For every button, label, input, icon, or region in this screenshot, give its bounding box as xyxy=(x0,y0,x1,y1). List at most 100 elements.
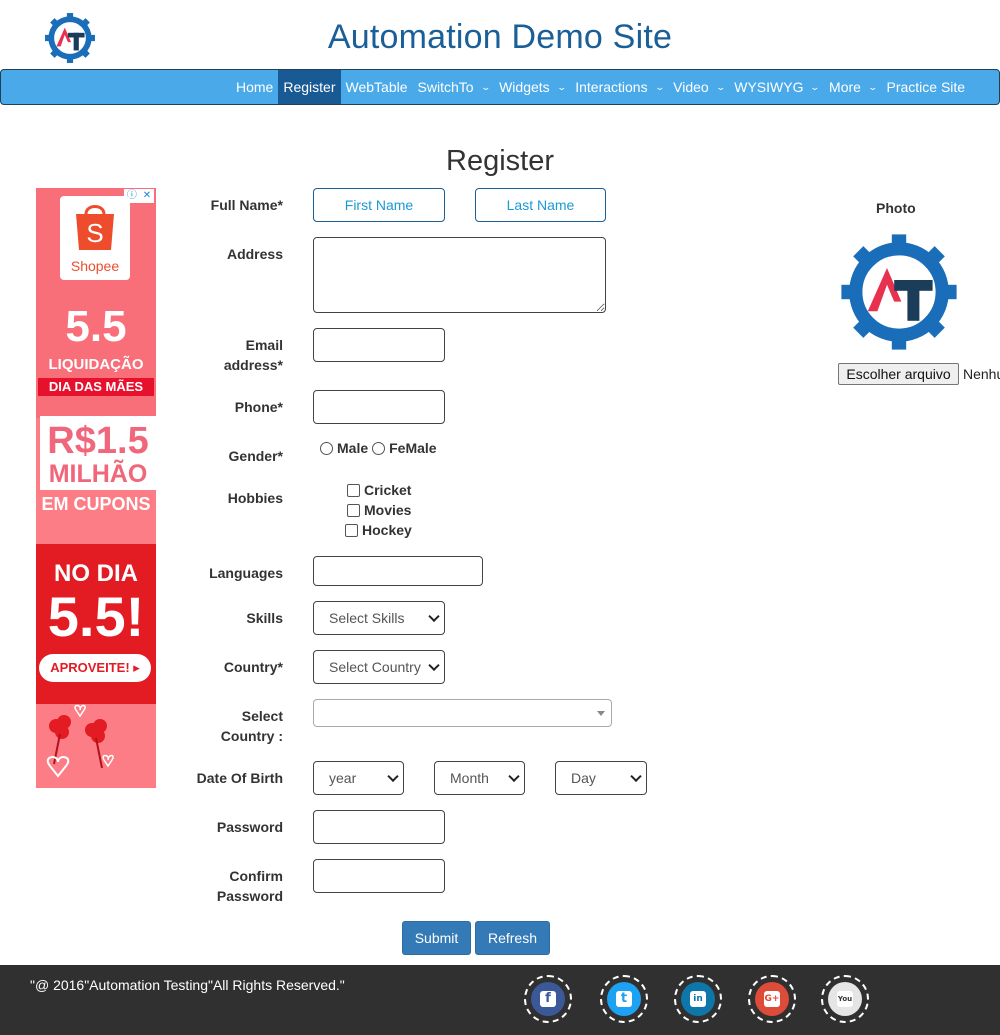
nav-item-wysiwyg[interactable]: WYSIWYG ⌄ xyxy=(729,70,824,104)
gender-female-radio[interactable] xyxy=(372,441,386,455)
hobby-movies[interactable]: Movies xyxy=(347,502,411,518)
nav-item-label: Register xyxy=(283,79,336,95)
chevron-down-icon xyxy=(428,610,440,623)
ad-ribbon: DIA DAS MÃES xyxy=(38,378,154,396)
nav-item-practice-site[interactable]: Practice Site xyxy=(881,70,970,104)
email-input[interactable] xyxy=(313,328,445,362)
full-name-label: Full Name* xyxy=(210,197,283,213)
ad-brand-logo: S Shopee xyxy=(60,196,130,280)
nav-item-more[interactable]: More ⌄ xyxy=(824,70,881,104)
nav-item-interactions[interactable]: Interactions ⌄ xyxy=(570,70,668,104)
languages-input[interactable] xyxy=(313,556,483,586)
confirm-password-label: Confirm Password xyxy=(190,866,283,906)
nav-item-switchto[interactable]: SwitchTo ⌄ xyxy=(413,70,495,104)
linkedin-icon[interactable]: in xyxy=(681,982,715,1016)
photo-preview-logo-icon xyxy=(841,234,957,350)
confirm-password-label-line1: Confirm xyxy=(229,868,283,884)
gender-male-radio[interactable] xyxy=(320,441,333,455)
file-status-text: Nenhum arquivo selecionado xyxy=(963,366,1000,382)
ad-coupon-amount: R$1.5 xyxy=(47,420,149,462)
choose-file-button[interactable]: Escolher arquivo xyxy=(838,363,959,385)
last-name-input[interactable] xyxy=(475,188,606,222)
twitter-link[interactable]: t xyxy=(600,975,648,1023)
gender-label: Gender* xyxy=(228,448,283,464)
email-label-line2: address* xyxy=(223,357,283,373)
hobby-hockey-label[interactable]: Hockey xyxy=(362,522,412,538)
hobby-hockey-checkbox[interactable] xyxy=(345,523,358,537)
ad-close-icon[interactable]: ✕ xyxy=(143,189,151,203)
refresh-button[interactable]: Refresh xyxy=(475,921,550,955)
twitter-icon[interactable]: t xyxy=(607,982,641,1016)
chevron-down-icon[interactable]: ⌄ xyxy=(654,82,665,93)
hobby-cricket-label[interactable]: Cricket xyxy=(364,482,411,498)
select-country-label-line1: Select xyxy=(241,708,283,724)
nav-item-label: WebTable xyxy=(345,79,408,95)
caret-down-icon xyxy=(597,711,605,716)
google-plus-icon[interactable]: G+ xyxy=(755,982,789,1016)
nav-item-label: Widgets xyxy=(499,79,550,95)
ad-brand-name: Shopee xyxy=(70,258,120,274)
nav-item-video[interactable]: Video ⌄ xyxy=(668,70,729,104)
address-textarea[interactable] xyxy=(313,237,606,313)
chevron-down-icon[interactable]: ⌄ xyxy=(810,82,821,93)
shopee-bag-letter: S xyxy=(86,218,103,248)
select-country-combobox[interactable] xyxy=(313,699,612,727)
chevron-down-icon[interactable]: ⌄ xyxy=(480,82,491,93)
nav-item-label: More xyxy=(829,79,861,95)
chevron-down-icon[interactable]: ⌄ xyxy=(715,82,726,93)
nav-items: Home Register WebTable SwitchTo ⌄ Widgets ⌄ Int… xyxy=(231,70,970,104)
linkedin-link[interactable]: in xyxy=(674,975,722,1023)
hobby-movies-label[interactable]: Movies xyxy=(364,502,411,518)
confirm-password-input[interactable] xyxy=(313,859,445,893)
chevron-down-icon xyxy=(428,659,440,672)
phone-input[interactable] xyxy=(313,390,445,424)
gender-male-label[interactable]: Male xyxy=(337,440,368,456)
google-plus-link[interactable]: G+ xyxy=(748,975,796,1023)
day-select[interactable]: Day xyxy=(555,761,647,795)
nav-item-label: SwitchTo xyxy=(417,79,474,95)
country-label: Country* xyxy=(223,659,283,675)
facebook-link[interactable]: f xyxy=(524,975,572,1023)
hobby-hockey[interactable]: Hockey xyxy=(345,522,412,538)
month-select[interactable]: Month xyxy=(434,761,525,795)
youtube-glyph: You xyxy=(837,991,853,1007)
email-label-line1: Email xyxy=(245,337,283,353)
skills-select[interactable]: Select Skills xyxy=(313,601,445,635)
photo-label: Photo xyxy=(876,200,916,216)
first-name-input[interactable] xyxy=(313,188,445,222)
chevron-down-icon xyxy=(508,770,520,783)
nav-item-label: Interactions xyxy=(575,79,648,95)
youtube-icon[interactable]: You xyxy=(828,982,862,1016)
email-label: Email address* xyxy=(190,335,283,375)
gender-female-label[interactable]: FeMale xyxy=(389,440,436,456)
site-header: Automation Demo Site xyxy=(0,0,1000,70)
chevron-down-icon[interactable]: ⌄ xyxy=(556,82,567,93)
ad-cta-button[interactable]: APROVEITE! ▸ xyxy=(39,654,151,682)
nav-item-widgets[interactable]: Widgets ⌄ xyxy=(494,70,570,104)
youtube-link[interactable]: You xyxy=(821,975,869,1023)
hobby-cricket-checkbox[interactable] xyxy=(347,483,360,497)
ad-coupon-unit: MILHÃO xyxy=(48,460,148,488)
copyright-text: "@ 2016"Automation Testing"All Rights Re… xyxy=(30,977,345,993)
nav-item-webtable[interactable]: WebTable xyxy=(341,70,413,104)
dob-label: Date Of Birth xyxy=(196,770,283,786)
year-select[interactable]: year xyxy=(313,761,404,795)
select-country-label: Select Country : xyxy=(190,706,283,746)
facebook-icon[interactable]: f xyxy=(531,982,565,1016)
confirm-password-label-line2: Password xyxy=(216,888,283,904)
chevron-down-icon[interactable]: ⌄ xyxy=(867,82,878,93)
hobby-movies-checkbox[interactable] xyxy=(347,503,360,517)
submit-button[interactable]: Submit xyxy=(402,921,471,955)
nav-item-register[interactable]: Register xyxy=(278,70,341,104)
nav-item-label: Video xyxy=(673,79,709,95)
advertisement-banner[interactable]: ⓘ ✕ S Shopee 5.5 LIQUIDAÇÃO DIA DAS MÃES… xyxy=(36,188,156,788)
password-input[interactable] xyxy=(313,810,445,844)
country-select[interactable]: Select Country xyxy=(313,650,445,684)
flowers-icon xyxy=(46,704,114,778)
nav-item-home[interactable]: Home xyxy=(231,70,278,104)
ad-subhead: LIQUIDAÇÃO xyxy=(48,356,144,373)
skills-select-value: Select Skills xyxy=(329,610,405,626)
chevron-down-icon xyxy=(387,770,399,783)
hobby-cricket[interactable]: Cricket xyxy=(347,482,411,498)
select-country-label-line2: Country : xyxy=(220,728,283,744)
